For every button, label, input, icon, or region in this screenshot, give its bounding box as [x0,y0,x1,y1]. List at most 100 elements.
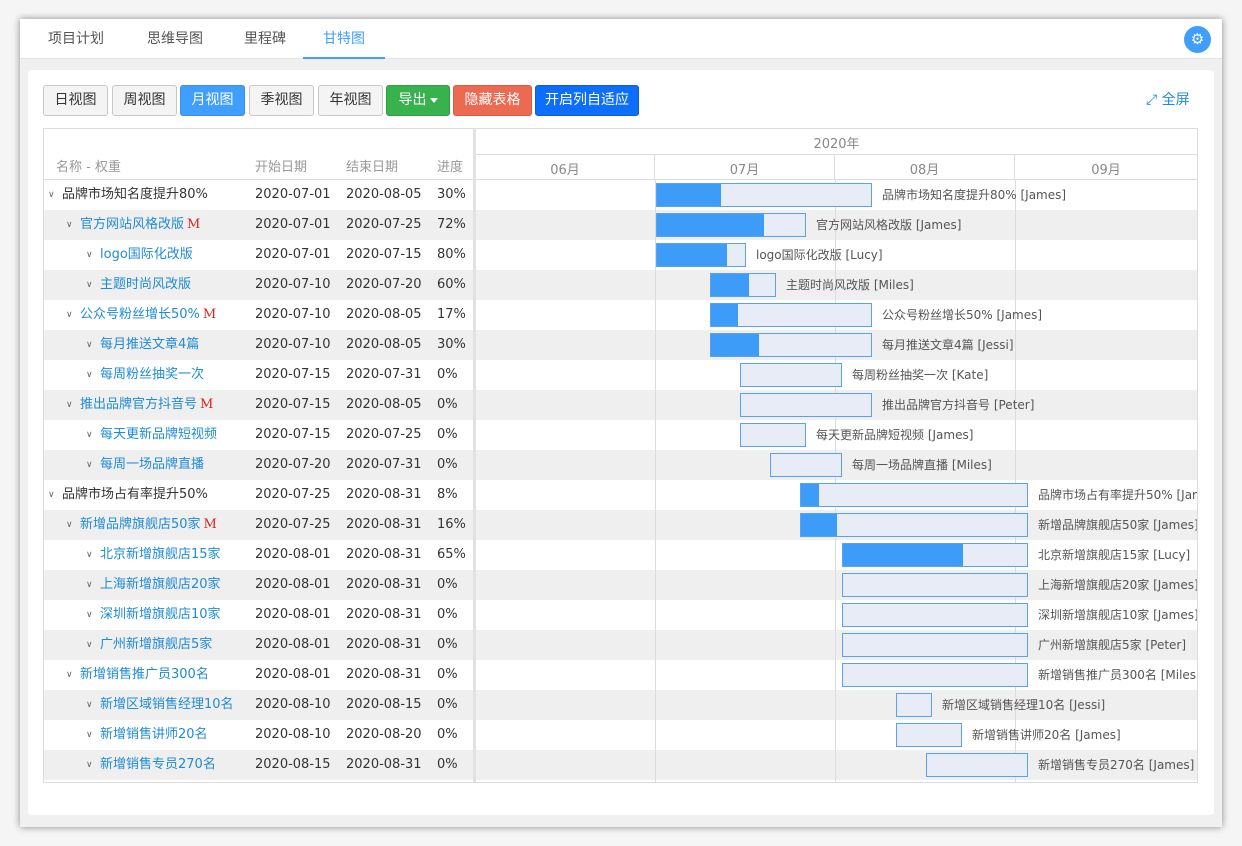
table-row[interactable]: ∨ 新增销售推广员300名 2020-08-01 2020-08-31 0% [44,660,473,690]
week-view-button[interactable]: 周视图 [112,85,177,116]
task-bar[interactable] [842,543,1028,567]
chevron-down-icon[interactable]: ∨ [66,300,73,330]
task-name[interactable]: 广州新增旗舰店5家 [100,630,212,660]
chevron-down-icon[interactable]: ∨ [86,240,93,270]
chevron-down-icon[interactable]: ∨ [48,180,55,210]
task-bar[interactable] [842,633,1028,657]
tab-milestone[interactable]: 里程碑 [225,19,305,59]
task-name[interactable]: 新增销售专员270名 [100,750,216,780]
table-row[interactable]: ∨ 上海新增旗舰店20家 2020-08-01 2020-08-31 0% [44,570,473,600]
table-row[interactable]: ∨ 深圳新增旗舰店10家 2020-08-01 2020-08-31 0% [44,600,473,630]
task-progress-fill [843,544,963,566]
chevron-down-icon[interactable]: ∨ [86,270,93,300]
table-row[interactable]: ∨ 新增区域销售经理10名 2020-08-10 2020-08-15 0% [44,690,473,720]
col-name-header[interactable]: 名称 - 权重 [56,156,121,175]
table-row[interactable]: ∨ 每周粉丝抽奖一次 2020-07-15 2020-07-31 0% [44,360,473,390]
chevron-down-icon[interactable]: ∨ [86,540,93,570]
table-row[interactable]: ∨ 广州新增旗舰店5家 2020-08-01 2020-08-31 0% [44,630,473,660]
task-bar[interactable] [656,183,872,207]
chevron-down-icon[interactable]: ∨ [48,480,55,510]
chevron-down-icon[interactable]: ∨ [86,600,93,630]
hide-table-button[interactable]: 隐藏表格 [453,85,532,116]
task-bar[interactable] [842,573,1028,597]
task-name[interactable]: 北京新增旗舰店15家 [100,540,221,570]
year-view-button[interactable]: 年视图 [318,85,383,116]
task-name[interactable]: 每天更新品牌短视频 [100,420,217,450]
chevron-down-icon[interactable]: ∨ [66,210,73,240]
task-bar[interactable] [842,603,1028,627]
task-bar[interactable] [800,483,1028,507]
task-name-text: 推出品牌官方抖音号 [80,397,198,412]
task-bar[interactable] [770,453,842,477]
task-bar[interactable] [896,723,962,747]
task-bar[interactable] [710,333,872,357]
task-bar[interactable] [710,303,872,327]
autofit-columns-button[interactable]: 开启列自适应 [535,85,639,116]
chevron-down-icon[interactable]: ∨ [86,750,93,780]
table-row[interactable]: ∨ 北京新增旗舰店15家 2020-08-01 2020-08-31 65% [44,540,473,570]
chevron-down-icon[interactable]: ∨ [86,450,93,480]
tab-mind-map[interactable]: 思维导图 [125,19,225,59]
task-name[interactable]: 官方网站风格改版 M [80,210,200,240]
task-bar[interactable] [656,213,806,237]
table-row[interactable]: ∨ 官方网站风格改版 M 2020-07-01 2020-07-25 72% [44,210,473,240]
export-button[interactable]: 导出 [386,85,450,116]
table-row[interactable]: ∨ 新增销售专员270名 2020-08-15 2020-08-31 0% [44,750,473,780]
quarter-view-button[interactable]: 季视图 [249,85,314,116]
chevron-down-icon[interactable]: ∨ [86,690,93,720]
chevron-down-icon[interactable]: ∨ [86,420,93,450]
chevron-down-icon[interactable]: ∨ [86,630,93,660]
table-row[interactable]: ∨ 每月推送文章4篇 2020-07-10 2020-08-05 30% [44,330,473,360]
chevron-down-icon[interactable]: ∨ [66,390,73,420]
month-view-button[interactable]: 月视图 [180,85,245,116]
task-name[interactable]: 新增区域销售经理10名 [100,690,234,720]
task-bar[interactable] [740,363,842,387]
gear-icon[interactable]: ⚙ [1184,26,1211,53]
tab-gantt[interactable]: 甘特图 [303,19,385,59]
table-row[interactable]: ∨ 每天更新品牌短视频 2020-07-15 2020-07-25 0% [44,420,473,450]
table-row[interactable]: ∨ logo国际化改版 2020-07-01 2020-07-15 80% [44,240,473,270]
task-bar[interactable] [740,393,872,417]
chevron-down-icon[interactable]: ∨ [86,360,93,390]
task-name[interactable]: 主题时尚风改版 [100,270,191,300]
task-bar[interactable] [710,273,776,297]
task-bar[interactable] [842,663,1028,687]
task-name[interactable]: logo国际化改版 [100,240,193,270]
table-row[interactable]: ∨ 每周一场品牌直播 2020-07-20 2020-07-31 0% [44,450,473,480]
task-bar[interactable] [926,753,1028,777]
col-progress-header[interactable]: 进度 [437,156,463,175]
table-row[interactable]: ∨ 品牌市场占有率提升50% 2020-07-25 2020-08-31 8% [44,480,473,510]
chevron-down-icon[interactable]: ∨ [66,660,73,690]
task-name[interactable]: 新增销售推广员300名 [80,660,209,690]
table-row[interactable]: ∨ 公众号粉丝增长50% M 2020-07-10 2020-08-05 17% [44,300,473,330]
task-name[interactable]: 新增品牌旗舰店50家 M [80,510,217,540]
tab-project-plan[interactable]: 项目计划 [30,19,122,59]
task-name[interactable]: 推出品牌官方抖音号 M [80,390,213,420]
col-end-header[interactable]: 结束日期 [346,156,398,175]
table-row[interactable]: ∨ 主题时尚风改版 2020-07-10 2020-07-20 60% [44,270,473,300]
day-view-button[interactable]: 日视图 [43,85,108,116]
col-start-header[interactable]: 开始日期 [255,156,307,175]
chevron-down-icon[interactable]: ∨ [86,570,93,600]
task-name[interactable]: 每月推送文章4篇 [100,330,199,360]
task-name[interactable]: 每周粉丝抽奖一次 [100,360,204,390]
task-name[interactable]: 每周一场品牌直播 [100,450,204,480]
table-row[interactable]: ∨ 新增销售讲师20名 2020-08-10 2020-08-20 0% [44,720,473,750]
task-name[interactable]: 上海新增旗舰店20家 [100,570,221,600]
task-name-text: 新增品牌旗舰店50家 [80,517,201,532]
fullscreen-button[interactable]: ⤢ 全屏 [1146,89,1190,109]
task-bar[interactable] [656,243,746,267]
chevron-down-icon[interactable]: ∨ [86,720,93,750]
task-progress-cell: 0% [437,667,458,682]
table-row[interactable]: ∨ 新增品牌旗舰店50家 M 2020-07-25 2020-08-31 16% [44,510,473,540]
chevron-down-icon[interactable]: ∨ [66,510,73,540]
task-name[interactable]: 新增销售讲师20名 [100,720,208,750]
table-row[interactable]: ∨ 推出品牌官方抖音号 M 2020-07-15 2020-08-05 0% [44,390,473,420]
task-bar[interactable] [896,693,932,717]
task-bar[interactable] [800,513,1028,537]
table-row[interactable]: ∨ 品牌市场知名度提升80% 2020-07-01 2020-08-05 30% [44,180,473,210]
task-name[interactable]: 深圳新增旗舰店10家 [100,600,221,630]
task-name[interactable]: 公众号粉丝增长50% M [80,300,216,330]
chevron-down-icon[interactable]: ∨ [86,330,93,360]
task-bar[interactable] [740,423,806,447]
